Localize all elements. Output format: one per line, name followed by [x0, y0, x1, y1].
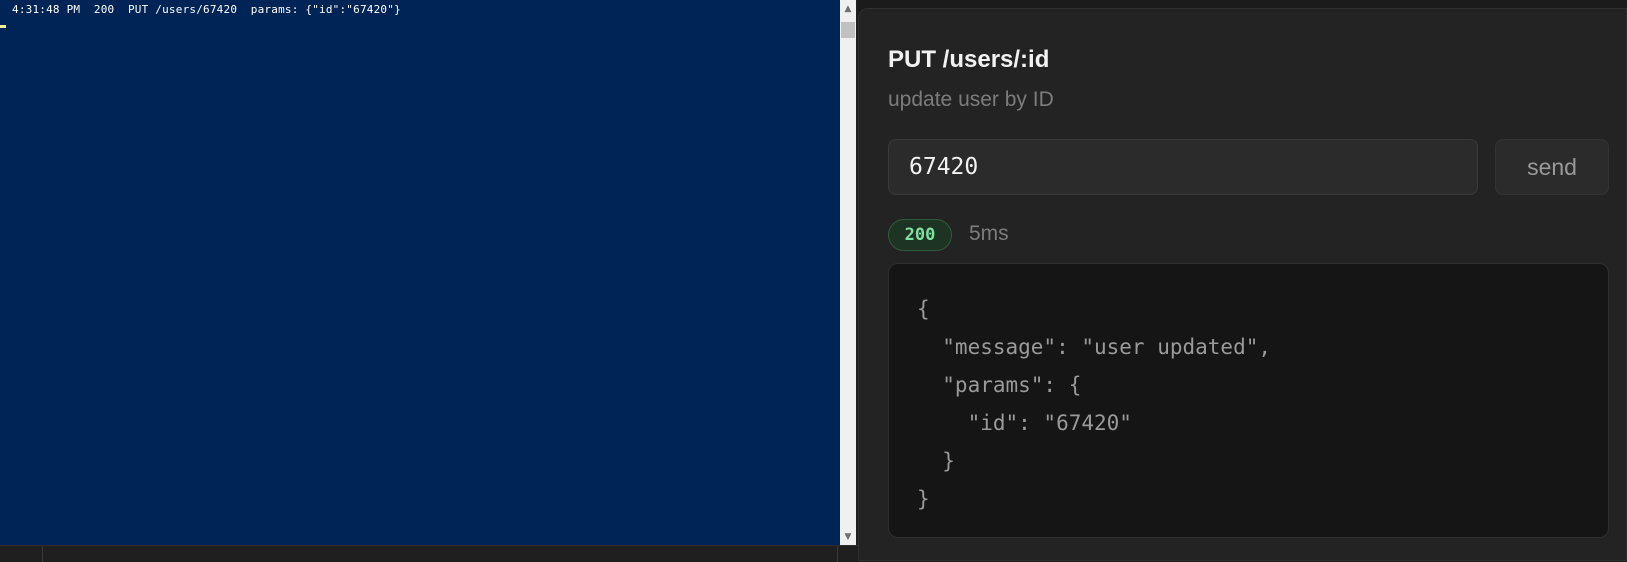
scroll-up-icon[interactable]: ▲: [840, 0, 856, 17]
terminal-scrollbar[interactable]: ▲ ▼: [840, 0, 856, 545]
terminal-cursor: [0, 25, 6, 28]
terminal-pane: 4:31:48 PM 200 PUT /users/67420 params: …: [0, 0, 858, 562]
terminal-status-strip: [0, 545, 858, 562]
status-divider: [42, 546, 43, 562]
send-button[interactable]: send: [1495, 139, 1609, 195]
response-json: { "message": "user updated", "params": {…: [917, 297, 1272, 511]
scrollbar-thumb[interactable]: [841, 22, 855, 38]
route-description: update user by ID: [888, 88, 1054, 111]
id-input[interactable]: [888, 139, 1478, 195]
response-body: { "message": "user updated", "params": {…: [888, 263, 1609, 538]
status-divider: [837, 546, 838, 562]
route-title: PUT /users/:id: [888, 46, 1050, 73]
log-line: 4:31:48 PM 200 PUT /users/67420 params: …: [12, 3, 401, 16]
scroll-down-icon[interactable]: ▼: [840, 528, 856, 545]
api-endpoint-panel: PUT /users/:id update user by ID send 20…: [858, 8, 1627, 561]
status-badge: 200: [888, 219, 952, 251]
terminal-output[interactable]: 4:31:48 PM 200 PUT /users/67420 params: …: [0, 0, 840, 545]
response-time: 5ms: [969, 222, 1009, 245]
